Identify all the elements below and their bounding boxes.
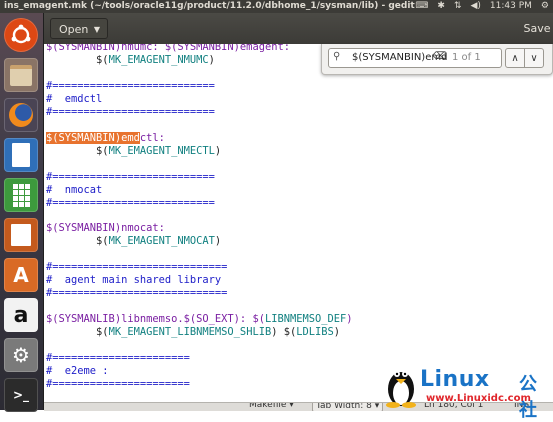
amazon-icon[interactable]: a xyxy=(4,298,38,332)
terminal-icon[interactable]: >_ xyxy=(4,378,38,412)
code-token: # e2eme : xyxy=(46,365,109,377)
search-input[interactable]: ⚲ $(SYSMANBIN)emd ⌫ 1 of 1 xyxy=(328,48,502,68)
files-icon[interactable] xyxy=(4,58,38,92)
open-button[interactable]: Open ▼ xyxy=(50,18,108,39)
code-line: # agent main shared library xyxy=(46,274,221,287)
code-line: $(SYSMANLIB)libnmemso.$(SO_EXT): $(LIBNM… xyxy=(46,313,353,326)
code-token: $( xyxy=(46,235,109,248)
code-token: MK_EMAGENT_NMUMC xyxy=(108,53,209,66)
code-token: $( xyxy=(46,53,109,66)
toolbar: Open ▼ Save xyxy=(44,13,553,44)
code-line: $(SYSMANBIN)nmumc: $(SYSMANBIN)emagent: xyxy=(46,44,290,54)
code-line: $(SYSMANBIN)emdctl: xyxy=(46,131,165,145)
code-line: # e2eme : xyxy=(46,365,109,378)
code-token: $(SYSMANBIN)nmocat: xyxy=(46,222,165,235)
code-line: #====================== xyxy=(46,378,190,391)
chevron-down-icon: ▼ xyxy=(93,25,100,34)
code-line: $(SYSMANBIN)nmocat: xyxy=(46,222,165,235)
code-token: $(SYSMANBIN)nmumc: $(SYSMANBIN)emagent: xyxy=(46,44,290,53)
language-selector[interactable]: Makefile ▾ xyxy=(249,403,294,410)
code-token: MK_EMAGENT_LIBNMEMSO_SHLIB xyxy=(108,326,272,339)
code-line: $(MK_EMAGENT_NMUMC) xyxy=(46,54,215,67)
code-line: # emdctl xyxy=(46,93,102,106)
network-icon[interactable]: ⇅ xyxy=(454,0,462,13)
next-match-button[interactable]: ∨ xyxy=(524,48,544,68)
code-line: $(MK_EMAGENT_NMECTL) xyxy=(46,145,221,158)
code-token: LDLIBS xyxy=(296,326,334,339)
code-token: $( xyxy=(46,326,109,339)
calc-icon[interactable] xyxy=(4,178,38,212)
code-line: #====================== xyxy=(46,352,190,365)
keyboard-icon[interactable]: ⌨ xyxy=(415,0,428,13)
code-token: #========================== xyxy=(46,79,215,92)
code-token: #====================== xyxy=(46,352,190,365)
code-token: #========================== xyxy=(46,170,215,183)
impress-icon[interactable] xyxy=(4,218,38,252)
clear-icon[interactable]: ⌫ xyxy=(432,51,446,62)
firefox-icon[interactable] xyxy=(4,98,38,132)
code-token: # agent main shared library xyxy=(46,274,222,287)
watermark-url: www.Linuxidc.com xyxy=(426,393,531,404)
code-line: # nmocat xyxy=(46,184,102,197)
watermark-brand: Linux xyxy=(420,367,490,392)
code-line: #============================ xyxy=(46,261,227,274)
code-token: #========================== xyxy=(46,196,215,209)
code-token: ctl: xyxy=(139,131,165,144)
code-token: MK_EMAGENT_NMOCAT xyxy=(108,235,215,248)
code-token: ) xyxy=(346,313,353,326)
code-token: #============================ xyxy=(46,261,228,274)
code-token: #============================ xyxy=(46,287,228,300)
open-label: Open xyxy=(59,23,89,36)
gear-icon[interactable]: ⚙ xyxy=(541,0,549,13)
clock[interactable]: 11:43 PM xyxy=(490,0,532,13)
writer-icon[interactable] xyxy=(4,138,38,172)
code-line: #========================== xyxy=(46,80,215,93)
code-token: # nmocat xyxy=(46,183,103,196)
code-line: #========================== xyxy=(46,171,215,184)
save-button[interactable]: Save xyxy=(521,18,553,39)
bluetooth-icon[interactable]: ✱ xyxy=(437,0,445,13)
code-token: #====================== xyxy=(46,377,190,390)
code-line: $(MK_EMAGENT_LIBNMEMSO_SHLIB) $(LDLIBS) xyxy=(46,326,340,339)
watermark: Linux 公社 www.Linuxidc.com xyxy=(382,360,553,421)
tux-logo xyxy=(386,371,416,408)
code-line: #========================== xyxy=(46,197,215,210)
code-token: LIBNMEMSO_DEF xyxy=(264,313,347,326)
ubuntu-dash-icon[interactable] xyxy=(4,18,38,52)
volume-icon[interactable]: ◀) xyxy=(470,0,480,13)
code-token: MK_EMAGENT_NMECTL xyxy=(108,144,215,157)
code-token: ) xyxy=(208,53,215,66)
code-token: ) xyxy=(214,144,222,157)
code-line: $(MK_EMAGENT_NMOCAT) xyxy=(46,235,221,248)
text-editor[interactable]: $(SYSMANBIN)nmumc: $(SYSMANBIN)emagent: … xyxy=(44,44,553,402)
system-tray: ⌨ ✱ ⇅ ◀) 11:43 PM ⚙ xyxy=(415,0,549,13)
code-token: $(SYSMANLIB)libnmemso.$(SO_EXT): $( xyxy=(46,313,265,326)
window-title: ins_emagent.mk (~/tools/oracle11g/produc… xyxy=(4,1,415,11)
code-token: $( xyxy=(46,144,109,157)
code-token: # emdctl xyxy=(46,92,103,105)
code-token: ) xyxy=(214,235,222,248)
match-count: 1 of 1 xyxy=(452,52,481,63)
launcher: A a ⚙ >_ xyxy=(0,13,44,412)
search-bar: ⚲ $(SYSMANBIN)emd ⌫ 1 of 1 ∧ ∨ xyxy=(321,44,553,75)
previous-match-button[interactable]: ∧ xyxy=(505,48,525,68)
settings-icon[interactable]: ⚙ xyxy=(4,338,38,372)
code-line: #========================== xyxy=(46,106,215,119)
code-token: ) $( xyxy=(271,326,297,339)
code-line: #============================ xyxy=(46,287,227,300)
software-center-icon[interactable]: A xyxy=(4,258,38,292)
code-token: ) xyxy=(333,326,341,339)
search-icon: ⚲ xyxy=(333,51,341,62)
top-panel: ins_emagent.mk (~/tools/oracle11g/produc… xyxy=(0,0,553,13)
code-token: #========================== xyxy=(46,105,215,118)
search-highlight: $(SYSMANBIN)emd xyxy=(46,131,140,144)
